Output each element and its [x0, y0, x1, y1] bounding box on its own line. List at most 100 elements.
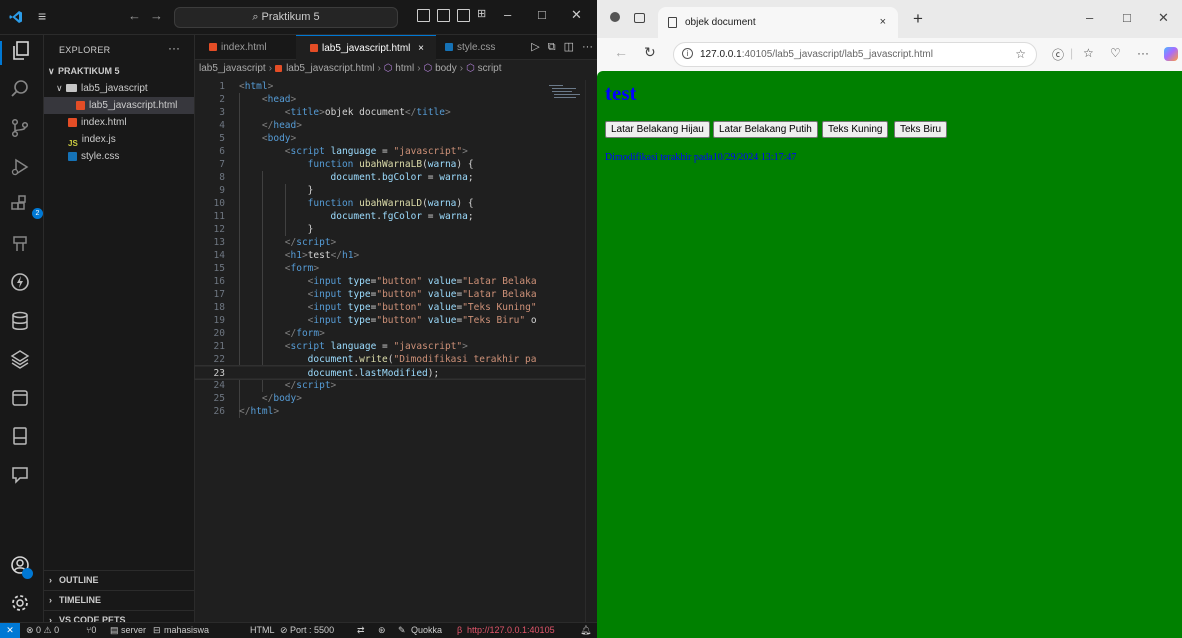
toggle-panel-icon[interactable] [437, 9, 450, 22]
forward-arrow-icon[interactable]: → [150, 8, 163, 23]
browser-tabbar: objek document × + – □ ✕ [597, 0, 1182, 38]
file-lab5-javascript-html[interactable]: lab5_javascript.html [44, 97, 194, 114]
extensions-puzzle-icon[interactable]: ⓒ [1052, 46, 1064, 63]
site-info-icon[interactable]: i [682, 48, 693, 59]
ports-indicator[interactable]: ⑂0 [86, 623, 96, 638]
page-viewport: test Latar Belakang Hijau Latar Belakang… [597, 71, 1182, 638]
source-control-icon[interactable] [10, 118, 34, 142]
outline-section[interactable]: › OUTLINE [44, 570, 194, 590]
editor-scrollbar[interactable] [585, 80, 597, 622]
search-activity-icon[interactable] [10, 79, 34, 103]
code-line: 7 function ubahWarnaLB(warna) { [219, 159, 474, 170]
file-index-html[interactable]: index.html [44, 114, 194, 131]
live-server-url-icon: β [457, 625, 463, 635]
tab-index-html[interactable]: index.html [195, 35, 295, 60]
extensions-icon[interactable]: 2 [10, 195, 43, 219]
back-arrow-icon[interactable]: ← [128, 8, 141, 23]
menu-icon[interactable]: ≡ [38, 8, 46, 24]
code-line: 3 <title>objek document</title> [219, 107, 451, 118]
open-preview-icon[interactable]: ⧉ [548, 41, 556, 53]
explorer-more-icon[interactable]: ··· [168, 41, 180, 55]
breadcrumb-file[interactable]: lab5_javascript.html [286, 63, 374, 74]
folder-lab5-javascript[interactable]: ∨ lab5_javascript [44, 80, 194, 97]
section-label: TIMELINE [59, 595, 101, 605]
code-line: 8 document.bgColor = warna; [219, 172, 474, 183]
breadcrumb-body[interactable]: body [435, 63, 457, 74]
live-server-port[interactable]: ⊘ Port : 5500 [280, 623, 334, 638]
workspace-root[interactable]: ∨ PRAKTIKUM 5 [44, 63, 194, 80]
toggle-sidebar-icon[interactable] [417, 9, 430, 22]
maximize-icon[interactable]: □ [538, 7, 546, 22]
html-file-icon [310, 44, 318, 53]
remote-icon[interactable]: ⇄ [357, 623, 365, 638]
browser-close-icon[interactable]: ✕ [1158, 10, 1169, 26]
bg-white-button[interactable]: Latar Belakang Putih [713, 121, 818, 138]
run-debug-icon[interactable] [10, 157, 34, 181]
favorites-icon[interactable]: ☆ [1083, 46, 1094, 60]
refresh-icon[interactable]: ↻ [644, 44, 656, 61]
js-file-icon: JS [68, 138, 78, 148]
chat-icon[interactable] [10, 465, 34, 489]
back-icon[interactable]: ← [614, 44, 628, 60]
extensions-badge: 2 [32, 208, 43, 219]
chevron-right-icon: › [49, 575, 52, 585]
live-server-url[interactable]: http://127.0.0.1:40105 [467, 623, 555, 638]
copilot-status-icon[interactable]: ⊛ [378, 623, 386, 638]
new-tab-button[interactable]: + [913, 9, 923, 29]
tab-close-icon[interactable]: × [418, 43, 424, 54]
favorite-star-icon[interactable]: ☆ [1015, 43, 1026, 66]
user-label[interactable]: mahasiswa [164, 623, 209, 638]
command-center-search[interactable]: ⌕ Praktikum 5 [174, 7, 398, 28]
minimap[interactable] [549, 83, 580, 107]
toggle-secondary-sidebar-icon[interactable] [457, 9, 470, 22]
language-mode[interactable]: HTML [250, 623, 275, 638]
tab-close-icon[interactable]: × [880, 7, 886, 38]
copilot-icon[interactable] [1164, 47, 1178, 61]
browser-window: objek document × + – □ ✕ ← ↻ i 127.0.0.1… [597, 0, 1182, 638]
remote-indicator-icon[interactable]: ✕ [0, 623, 20, 638]
breadcrumb-folder[interactable]: lab5_javascript [199, 63, 266, 74]
tab-lab5-javascript-html[interactable]: lab5_javascript.html × [296, 35, 436, 60]
accounts-icon[interactable] [10, 555, 34, 579]
code-line: 9 } [219, 185, 314, 196]
problems-indicator[interactable]: ⊗ 0 ⚠ 0 [26, 623, 59, 638]
text-blue-button[interactable]: Teks Biru [894, 121, 948, 138]
customize-layout-icon[interactable]: ⊞ [477, 7, 486, 20]
browser-minimize-icon[interactable]: – [1086, 10, 1093, 25]
quokka-label[interactable]: Quokka [411, 623, 442, 638]
split-editor-icon[interactable]: ◫ [564, 41, 574, 53]
close-window-icon[interactable]: ✕ [571, 7, 582, 23]
address-bar[interactable]: i 127.0.0.1:40105/lab5_javascript/lab5_j… [673, 42, 1037, 67]
editor-more-icon[interactable]: ··· [582, 41, 593, 53]
file-style-css[interactable]: style.css [44, 148, 194, 165]
remote-explorer-icon[interactable] [10, 234, 34, 258]
profile-icon[interactable] [610, 12, 620, 22]
layers-icon[interactable] [10, 349, 34, 373]
code-editor[interactable]: 1 <html> 2 <head> 3 <title>objek document… [194, 80, 597, 500]
live-server-icon[interactable] [10, 272, 34, 296]
run-icon[interactable]: ▷ [531, 41, 539, 53]
explorer-activity-icon[interactable] [0, 41, 44, 65]
settings-more-icon[interactable]: ··· [1137, 46, 1149, 60]
explorer-title: EXPLORER [59, 45, 111, 55]
settings-gear-icon[interactable] [10, 593, 34, 617]
notebook-icon[interactable] [10, 426, 34, 450]
text-yellow-button[interactable]: Teks Kuning [822, 121, 889, 138]
breadcrumb-script[interactable]: script [478, 63, 502, 74]
browser-maximize-icon[interactable]: □ [1123, 10, 1131, 25]
file-index-js[interactable]: JS index.js [44, 131, 194, 148]
breadcrumb-html[interactable]: html [395, 63, 414, 74]
panels-icon[interactable] [10, 388, 34, 412]
server-label[interactable]: server [121, 623, 146, 638]
code-line: 10 function ubahWarnaLD(warna) { [213, 198, 474, 209]
browser-essentials-icon[interactable]: ♡ [1110, 46, 1121, 60]
tab-style-css[interactable]: style.css [437, 35, 505, 60]
timeline-section[interactable]: › TIMELINE [44, 590, 194, 610]
database-icon[interactable] [10, 311, 34, 335]
file-label: index.html [81, 117, 127, 128]
browser-tab[interactable]: objek document × [658, 7, 898, 38]
bg-green-button[interactable]: Latar Belakang Hijau [605, 121, 710, 138]
minimize-icon[interactable]: – [504, 7, 511, 22]
notifications-bell-icon[interactable]: 🔔︎ [580, 623, 591, 638]
tab-actions-icon[interactable] [634, 13, 645, 23]
